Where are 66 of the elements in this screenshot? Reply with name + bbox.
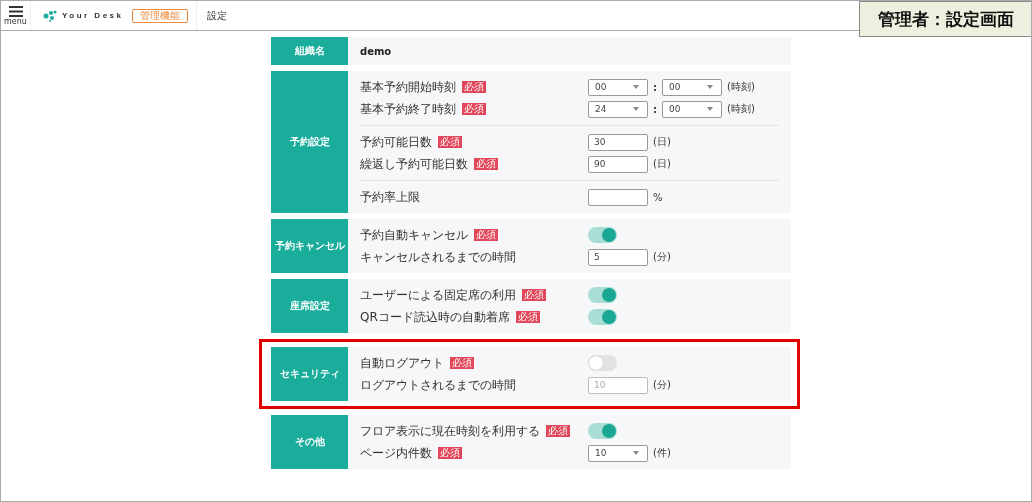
input-field[interactable]: 30 <box>588 133 648 151</box>
toggle-switch[interactable] <box>588 309 617 325</box>
section-label: 座席設定 <box>271 279 348 333</box>
section-label: 組織名 <box>271 37 348 65</box>
logo-text: Your Desk <box>62 11 124 20</box>
setting-label: ユーザーによる固定席の利用 <box>360 286 516 304</box>
setting-label: QRコード読込時の自動着席 <box>360 308 510 326</box>
setting-label: 基本予約終了時刻 <box>360 100 456 118</box>
caret-icon <box>633 107 639 111</box>
admin-badge: 管理機能 <box>132 8 189 23</box>
toggle-switch[interactable] <box>588 423 617 439</box>
toggle-switch[interactable] <box>588 287 617 303</box>
organization-name: demo <box>360 45 392 57</box>
section-label: その他 <box>271 415 348 469</box>
required-badge: 必須 <box>515 311 540 323</box>
section-label: セキュリティ <box>271 347 348 401</box>
toggle-switch[interactable] <box>588 355 617 371</box>
menu-button[interactable]: menu <box>1 1 31 30</box>
caret-icon <box>707 85 713 89</box>
unit-label: (日) <box>653 157 671 171</box>
required-badge: 必須 <box>474 229 498 241</box>
select-field[interactable]: 00 <box>662 100 722 118</box>
setting-label: ログアウトされるまでの時間 <box>360 376 516 394</box>
time-separator: : <box>653 103 657 115</box>
unit-label: (時刻) <box>727 102 755 116</box>
required-badge: 必須 <box>462 103 486 115</box>
setting-label: 繰返し予約可能日数 <box>360 155 468 173</box>
setting-label: 予約自動キャンセル <box>360 226 468 244</box>
required-badge: 必須 <box>474 158 498 170</box>
required-badge: 必須 <box>462 81 486 93</box>
caption-label: 管理者：設定画面 <box>859 1 1031 37</box>
caret-icon <box>633 451 639 455</box>
required-badge: 必須 <box>546 425 570 437</box>
required-badge: 必須 <box>450 357 474 369</box>
menu-icon <box>8 5 23 17</box>
unit-label: (件) <box>653 446 671 460</box>
setting-label: フロア表示に現在時刻を利用する <box>360 422 540 440</box>
required-badge: 必須 <box>522 289 546 301</box>
select-field[interactable]: 10 <box>588 444 648 462</box>
unit-label: (時刻) <box>727 80 755 94</box>
setting-label: 予約率上限 <box>360 188 420 206</box>
logo-icon <box>43 9 57 22</box>
unit-label: (分) <box>653 378 671 392</box>
input-field[interactable] <box>588 188 648 206</box>
input-field[interactable]: 90 <box>588 155 648 173</box>
caret-icon <box>633 85 639 89</box>
section-label: 予約設定 <box>271 71 348 213</box>
page-title: 設定 <box>196 1 228 30</box>
setting-label: ページ内件数 <box>360 444 432 462</box>
setting-label: 予約可能日数 <box>360 133 432 151</box>
unit-label: % <box>653 191 663 203</box>
required-badge: 必須 <box>438 447 462 459</box>
required-badge: 必須 <box>438 136 462 148</box>
time-separator: : <box>653 81 657 93</box>
section-label: 予約キャンセル <box>271 219 348 273</box>
select-field[interactable]: 24 <box>588 100 648 118</box>
setting-label: 基本予約開始時刻 <box>360 78 456 96</box>
setting-label: 自動ログアウト <box>360 354 444 372</box>
setting-label: キャンセルされるまでの時間 <box>360 248 516 266</box>
caret-icon <box>707 107 713 111</box>
select-field[interactable]: 00 <box>662 78 722 96</box>
unit-label: (分) <box>653 250 671 264</box>
input-field[interactable]: 5 <box>588 248 648 266</box>
select-field[interactable]: 00 <box>588 78 648 96</box>
toggle-switch[interactable] <box>588 227 617 243</box>
unit-label: (日) <box>653 135 671 149</box>
